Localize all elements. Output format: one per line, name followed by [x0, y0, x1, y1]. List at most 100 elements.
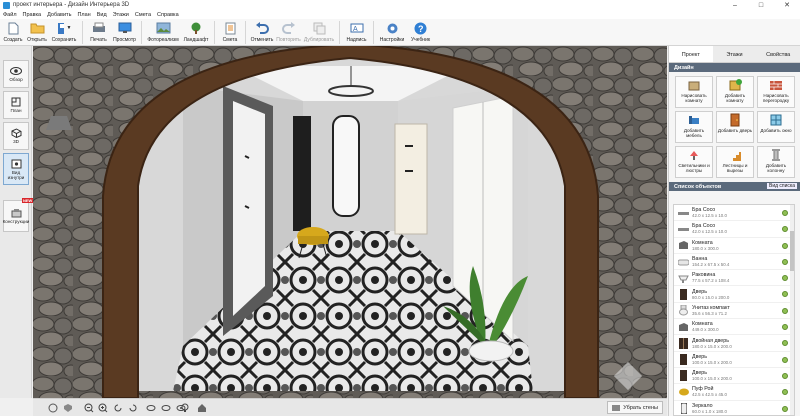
visibility-icon[interactable]: [782, 372, 788, 379]
list-item[interactable]: Комната 449.0 x 300.0: [674, 319, 794, 336]
list-item[interactable]: Бра Coco 42.0 x 12.5 x 10.0: [674, 205, 794, 222]
tutorial-button[interactable]: ? Учебник: [407, 19, 434, 46]
list-scrollbar[interactable]: [790, 205, 794, 415]
visibility-icon[interactable]: [782, 356, 788, 363]
list-item[interactable]: Дверь 100.0 x 15.0 x 200.0: [674, 368, 794, 385]
tree-icon: [189, 21, 204, 35]
object-list[interactable]: Бра Coco 42.0 x 12.5 x 10.0 Бра Coco 42.0 …: [673, 204, 795, 416]
visibility-icon[interactable]: [782, 340, 788, 347]
settings-button[interactable]: Настройки: [377, 19, 407, 46]
stairs-button[interactable]: Лестницы и вырезы: [716, 146, 754, 178]
hide-walls-button[interactable]: Убрать стены: [607, 401, 663, 414]
draw-room-button[interactable]: Нарисовать комнату: [675, 76, 713, 108]
interior-render[interactable]: [33, 46, 667, 398]
layers-icon[interactable]: [47, 402, 59, 414]
column-icon: [772, 149, 780, 161]
eye-icon: [10, 66, 22, 76]
undo-button[interactable]: Отменить: [249, 19, 275, 46]
menu-add[interactable]: Добавить: [47, 12, 71, 18]
open-button[interactable]: Открыть: [25, 19, 49, 46]
sink-icon: [678, 272, 689, 283]
visibility-icon[interactable]: [782, 226, 788, 233]
mirror-icon: [678, 402, 689, 414]
menu-plan[interactable]: План: [77, 12, 90, 18]
visibility-icon[interactable]: [782, 405, 788, 412]
rotate-left-icon[interactable]: [112, 402, 124, 414]
list-item[interactable]: Комната 180.0 x 300.0: [674, 238, 794, 254]
furniture-icon: [689, 116, 699, 124]
visibility-icon[interactable]: [782, 242, 788, 249]
toolbar-divider: [339, 21, 340, 44]
viewport-toolbar: Убрать стены: [33, 398, 667, 416]
create-button[interactable]: Создать: [1, 19, 25, 46]
visibility-icon[interactable]: [782, 210, 788, 216]
printer-icon: [91, 21, 106, 35]
add-room-button[interactable]: Добавить комнату: [716, 76, 754, 108]
visibility-icon[interactable]: [782, 389, 788, 396]
scrollbar-thumb[interactable]: [790, 231, 794, 271]
home-icon[interactable]: [196, 402, 208, 414]
list-item[interactable]: Дверь 100.0 x 15.0 x 200.0: [674, 352, 794, 368]
estimate-icon: [223, 21, 238, 35]
landscape-button[interactable]: Ландшафт: [181, 19, 211, 46]
list-view-toggle[interactable]: Вид списка: [766, 183, 797, 189]
estimate-button[interactable]: Смета: [218, 19, 242, 46]
rotate-right-icon[interactable]: [127, 402, 139, 414]
list-item[interactable]: Раковина 77.5 x 57.2 x 108.4: [674, 270, 794, 287]
visibility-icon[interactable]: [782, 307, 788, 314]
save-button[interactable]: ▼ Сохранить: [49, 19, 79, 46]
menu-help[interactable]: Справка: [157, 12, 179, 18]
inside-view-button[interactable]: Вид изнутри: [3, 153, 29, 185]
chevron-down-icon[interactable]: ▼: [67, 25, 72, 31]
menu-edit[interactable]: Правка: [23, 12, 42, 18]
list-item[interactable]: Унитаз компакт 35.6 x 56.3 x 71.2: [674, 303, 794, 320]
menu-view[interactable]: Вид: [97, 12, 107, 18]
tilt-down-icon[interactable]: [160, 402, 172, 414]
3d-viewport[interactable]: [33, 46, 667, 398]
tilt-up-icon[interactable]: [145, 402, 157, 414]
visibility-icon[interactable]: [782, 258, 788, 265]
new-badge: NEW: [22, 198, 34, 203]
light-bulb-icon[interactable]: [179, 402, 191, 414]
constructor-button[interactable]: NEW Конструкции: [3, 198, 34, 232]
add-column-button[interactable]: Добавить колонну: [757, 146, 795, 178]
print-button[interactable]: Печать: [86, 19, 111, 46]
minimize-button[interactable]: –: [722, 0, 748, 10]
list-item[interactable]: Двойная дверь 180.0 x 15.0 x 200.0: [674, 335, 794, 352]
tab-project[interactable]: Проект: [669, 46, 713, 62]
visibility-icon[interactable]: [782, 275, 788, 282]
add-window-button[interactable]: Добавить окно: [757, 111, 795, 143]
maximize-button[interactable]: □: [748, 0, 774, 10]
plan-button[interactable]: План: [3, 91, 29, 119]
list-item[interactable]: Ванна 154.2 x 67.5 x 50.4: [674, 254, 794, 271]
toolbar-divider: [214, 21, 215, 44]
3d-button[interactable]: 3D: [3, 122, 29, 150]
photorealism-button[interactable]: Фотореализм: [145, 19, 181, 46]
lamps-button[interactable]: Светильники и люстры: [675, 146, 713, 178]
visibility-icon[interactable]: [782, 291, 788, 298]
redo-button[interactable]: Повторить: [275, 19, 302, 46]
close-button[interactable]: ✕: [774, 0, 800, 10]
overview-button[interactable]: Обзор: [3, 60, 29, 88]
inside-view-icon: [10, 159, 22, 169]
menu-floors[interactable]: Этажи: [113, 12, 129, 18]
add-door-button[interactable]: Добавить дверь: [716, 111, 754, 143]
draw-wall-button[interactable]: Нарисовать перегородку: [757, 76, 795, 108]
shield-icon[interactable]: [62, 402, 74, 414]
list-item[interactable]: Бра Coco 42.0 x 12.5 x 10.0: [674, 221, 794, 238]
tab-floors[interactable]: Этажи: [713, 46, 757, 62]
tab-properties[interactable]: Свойства: [756, 46, 800, 62]
list-item[interactable]: Пуф Рой 42.5 x 42.5 x 45.0: [674, 384, 794, 401]
list-item[interactable]: Зеркало 60.0 x 1.0 x 180.0: [674, 401, 794, 415]
visibility-icon[interactable]: [782, 324, 788, 331]
duplicate-button[interactable]: Дублировать: [302, 19, 336, 46]
preview-button[interactable]: Просмотр: [111, 19, 138, 46]
zoom-out-icon[interactable]: [83, 402, 95, 414]
add-furniture-button[interactable]: Добавить мебель: [675, 111, 713, 143]
text-label-button[interactable]: A Надпись: [343, 19, 370, 46]
list-item[interactable]: Дверь 80.0 x 15.0 x 200.0: [674, 286, 794, 303]
menu-file[interactable]: Файл: [3, 12, 17, 18]
window-title: проект интерьера - Дизайн Интерьера 3D: [13, 2, 130, 8]
zoom-in-icon[interactable]: [97, 402, 109, 414]
menu-estimate[interactable]: Смета: [135, 12, 151, 18]
